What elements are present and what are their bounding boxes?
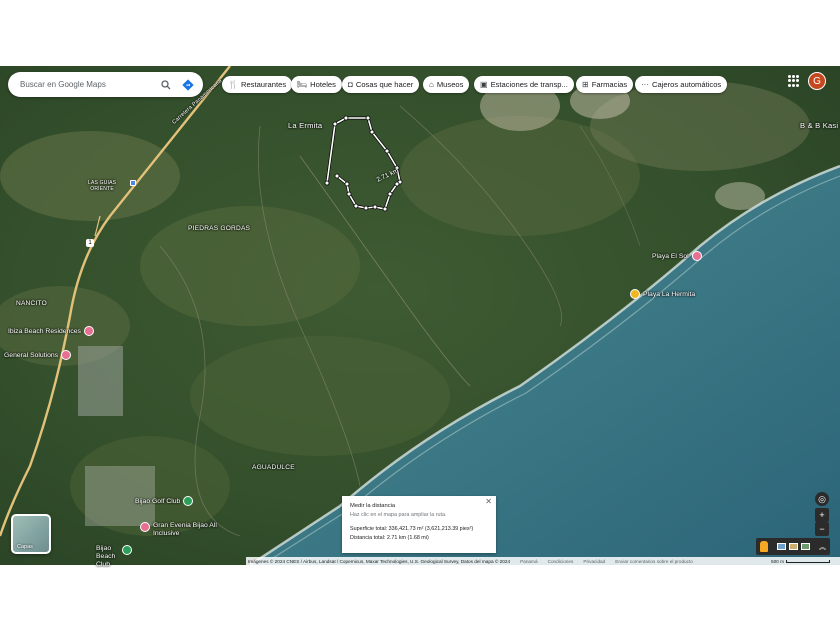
poi-playa-la-hermita[interactable]: Playa La Hermita bbox=[630, 289, 695, 299]
street-view-bar[interactable]: ︽ bbox=[756, 538, 830, 555]
lodging-pin-icon bbox=[83, 326, 94, 336]
measure-vertex[interactable] bbox=[353, 203, 359, 209]
poi-bijao-beach-club[interactable]: Bijao Beach Club bbox=[96, 545, 132, 569]
pegman-icon[interactable] bbox=[760, 541, 768, 552]
search-input[interactable]: Buscar en Google Maps bbox=[20, 80, 155, 89]
my-location-button[interactable]: ◎ bbox=[815, 492, 829, 506]
scale-label: 500 m bbox=[770, 558, 784, 564]
zoom-out-button[interactable]: − bbox=[815, 522, 829, 536]
view-thumb-icon[interactable] bbox=[777, 543, 786, 550]
place-label-la-ermita[interactable]: La Ermita bbox=[288, 121, 322, 130]
place-label-nancito[interactable]: NANCITO bbox=[16, 300, 47, 307]
measure-vertex[interactable] bbox=[324, 180, 330, 186]
measure-vertex[interactable] bbox=[384, 148, 390, 154]
measure-vertex[interactable] bbox=[332, 121, 338, 127]
restaurant-icon: 🍴 bbox=[228, 80, 238, 89]
place-label-aguadulce[interactable]: AGUADULCE bbox=[252, 464, 295, 471]
lodging-pin-icon bbox=[140, 522, 150, 532]
chip-cosas-que-hacer[interactable]: ◘ Cosas que hacer bbox=[342, 76, 420, 93]
zoom-in-button[interactable]: + bbox=[815, 508, 829, 522]
place-label-piedras-gordas[interactable]: PIEDRAS GORDAS bbox=[188, 225, 250, 232]
measure-distance-panel: ✕ Medir la distancia Haz clic en el mapa… bbox=[342, 496, 496, 553]
poi-name: Bijao Golf Club bbox=[135, 497, 181, 505]
poi-name: General Solutions bbox=[4, 351, 59, 359]
view-thumb-icon[interactable] bbox=[801, 543, 810, 550]
measure-title: Medir la distancia bbox=[350, 503, 396, 509]
chevron-up-icon[interactable]: ︽ bbox=[819, 542, 826, 552]
golf-pin-icon bbox=[183, 496, 194, 506]
account-avatar[interactable]: G bbox=[808, 72, 826, 90]
feedback-link[interactable]: Enviar comentarios sobre el producto bbox=[615, 559, 693, 564]
measure-area: Superficie total: 336,421.73 m² (3,621,2… bbox=[350, 526, 474, 532]
poi-playa-el-sol[interactable]: Playa El Sol bbox=[652, 251, 702, 261]
scale-bar[interactable]: 500 m bbox=[771, 559, 830, 564]
poi-name: Bijao Beach Club bbox=[96, 545, 116, 568]
directions-icon[interactable] bbox=[177, 74, 199, 96]
measure-path[interactable] bbox=[0, 66, 840, 565]
measure-vertex[interactable] bbox=[363, 205, 369, 211]
measure-vertex[interactable] bbox=[346, 191, 352, 197]
minus-icon: − bbox=[819, 524, 825, 534]
chip-restaurantes[interactable]: 🍴 Restaurantes bbox=[222, 76, 293, 93]
privacy-link[interactable]: Privacidad bbox=[583, 559, 605, 564]
measure-vertex[interactable] bbox=[343, 115, 349, 121]
chip-estaciones-transporte[interactable]: ▣ Estaciones de transp... bbox=[474, 76, 574, 93]
place-label-bb-kasi[interactable]: B & B Kasi a bbox=[800, 121, 840, 130]
search-icon[interactable] bbox=[155, 74, 177, 96]
museum-icon: ⌂ bbox=[429, 80, 434, 89]
map-footer: Imágenes © 2024 CNES / Airbus, Landsat /… bbox=[246, 557, 840, 565]
country-link[interactable]: Panamá bbox=[520, 559, 537, 564]
search-box[interactable]: Buscar en Google Maps bbox=[8, 72, 203, 97]
camera-icon: ◘ bbox=[348, 80, 353, 89]
poi-name: Playa El Sol bbox=[652, 252, 689, 260]
poi-name: Gran Evenia Bijao All Inclusive bbox=[153, 522, 217, 537]
measure-vertex[interactable] bbox=[369, 129, 375, 135]
location-icon: ◎ bbox=[818, 493, 826, 504]
terms-link[interactable]: Condiciones bbox=[548, 559, 574, 564]
hotel-icon: 🛏 bbox=[297, 80, 308, 89]
close-icon[interactable]: ✕ bbox=[485, 497, 492, 506]
beach-pin-icon bbox=[630, 289, 640, 299]
apps-grid-icon[interactable] bbox=[788, 75, 800, 87]
chip-hoteles[interactable]: 🛏 Hoteles bbox=[291, 76, 342, 93]
poi-ibiza-beach-residences[interactable]: Ibiza Beach Residences bbox=[8, 326, 94, 336]
view-thumb-icon[interactable] bbox=[789, 543, 798, 550]
transit-icon: ▣ bbox=[480, 80, 488, 89]
chip-farmacias[interactable]: ⊞ Farmacias bbox=[576, 76, 634, 93]
measure-vertex[interactable] bbox=[387, 191, 393, 197]
poi-gran-evenia-bijao[interactable]: Gran Evenia Bijao All Inclusive bbox=[140, 522, 217, 538]
attribution: Imágenes © 2024 CNES / Airbus, Landsat /… bbox=[248, 558, 511, 564]
club-pin-icon bbox=[122, 545, 132, 555]
shop-pin-icon bbox=[61, 350, 72, 360]
chip-cajeros[interactable]: ··· Cajeros automáticos bbox=[635, 76, 728, 93]
route-shield: 1 bbox=[86, 239, 94, 247]
layers-label: Capas bbox=[17, 544, 33, 550]
pharmacy-icon: ⊞ bbox=[582, 80, 589, 89]
poi-general-solutions[interactable]: General Solutions bbox=[4, 350, 72, 360]
place-label-las-guias-oriente[interactable]: LAS GUIAS ORIENTE bbox=[88, 180, 116, 192]
scale-ruler bbox=[786, 559, 830, 563]
poi-name: Ibiza Beach Residences bbox=[8, 327, 81, 335]
measure-subtitle: Haz clic en el mapa para ampliar la ruta… bbox=[350, 512, 447, 518]
chip-museos[interactable]: ⌂ Museos bbox=[423, 76, 470, 93]
poi-bijao-golf-club[interactable]: Bijao Golf Club bbox=[135, 496, 194, 506]
layers-button[interactable]: Capas bbox=[11, 514, 51, 554]
measure-vertex[interactable] bbox=[372, 204, 378, 210]
more-icon: ··· bbox=[641, 80, 649, 89]
lodging-pin-icon bbox=[691, 251, 702, 261]
measure-distance: Distancia total: 2.71 km (1.68 mi) bbox=[350, 535, 429, 541]
measure-vertex[interactable] bbox=[344, 181, 350, 187]
satellite-map[interactable] bbox=[0, 66, 840, 565]
bus-stop-icon[interactable] bbox=[130, 180, 136, 186]
measure-vertex[interactable] bbox=[365, 115, 371, 121]
plus-icon: + bbox=[819, 510, 825, 520]
measure-vertex[interactable] bbox=[394, 181, 400, 187]
measure-vertex[interactable] bbox=[334, 173, 340, 179]
measure-vertex[interactable] bbox=[382, 206, 388, 212]
poi-name: Playa La Hermita bbox=[643, 290, 696, 298]
